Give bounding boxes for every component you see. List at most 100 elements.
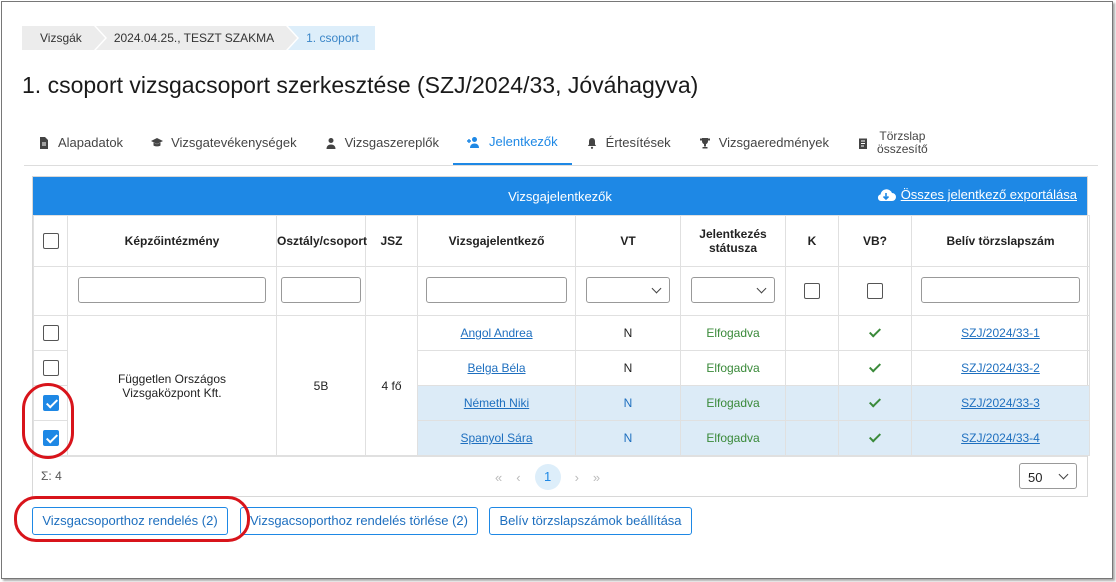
export-all-label: Összes jelentkező exportálása [900, 187, 1077, 202]
export-all-link[interactable]: Összes jelentkező exportálása [876, 187, 1077, 202]
applicant-link[interactable]: Németh Niki [464, 396, 529, 410]
tab-label: Alapadatok [58, 135, 124, 150]
row-checkbox[interactable] [42, 395, 59, 411]
tab-applicants[interactable]: Jelentkezők [453, 120, 572, 165]
header-row: Képzőintézmény Osztály/csoport JSZ Vizsg… [33, 215, 1090, 267]
tab-bar: Alapadatok Vizsgatevékenységek Vizsgasze… [24, 120, 1098, 166]
serial-link[interactable]: SZJ/2024/33-4 [961, 431, 1040, 445]
select-all-cell [33, 215, 68, 267]
current-page[interactable]: 1 [534, 464, 561, 490]
tab-notifications[interactable]: Értesítések [572, 120, 685, 165]
k-cell [785, 385, 839, 421]
clipboard-icon [859, 138, 868, 149]
bell-icon [587, 137, 596, 149]
applicant-link[interactable]: Angol Andrea [460, 326, 532, 340]
person-icon [326, 137, 336, 149]
set-serials-button[interactable]: Belív törzslapszámok beállítása [489, 507, 692, 535]
prev-page-icon[interactable]: ‹ [516, 470, 520, 485]
column-header-class[interactable]: Osztály/csoport [276, 215, 367, 267]
serial-link[interactable]: SZJ/2024/33-1 [961, 326, 1040, 340]
applicant-link[interactable]: Belga Béla [467, 361, 525, 375]
tab-exam-results[interactable]: Vizsgaeredmények [685, 120, 843, 165]
page-title: 1. csoport vizsgacsoport szerkesztése (S… [22, 72, 699, 98]
column-header-jsz[interactable]: JSZ [365, 215, 418, 267]
check-icon [868, 360, 882, 373]
serial-filter-input[interactable] [920, 276, 1081, 303]
tab-exam-activities[interactable]: Vizsgatevékenységek [137, 120, 311, 165]
tab-label: Vizsgaeredmények [718, 135, 830, 150]
column-header-k[interactable]: K [785, 215, 839, 267]
remove-group-assignment-button[interactable]: Vizsgacsoporthoz rendelés törlése (2) [240, 507, 478, 535]
status-filter-select[interactable] [691, 276, 775, 303]
vb-cell [838, 420, 912, 456]
row-checkbox[interactable] [42, 360, 59, 376]
check-icon [868, 430, 882, 443]
tab-label: Vizsgatevékenységek [171, 135, 297, 150]
column-header-vt[interactable]: VT [575, 215, 681, 267]
document-icon [40, 136, 48, 149]
serial-link[interactable]: SZJ/2024/33-2 [961, 361, 1040, 375]
status-cell: Elfogadva [680, 420, 786, 456]
app-window: Vizsgák 2024.04.25., TESZT SZAKMA 1. cso… [1, 1, 1113, 579]
k-filter-checkbox[interactable] [804, 283, 820, 299]
vt-cell: N [575, 420, 681, 456]
first-page-icon[interactable]: « [495, 470, 502, 485]
tab-label: Vizsgaszereplők [344, 135, 439, 150]
institution-cell: Független Országos Vizsgaközpont Kft. [67, 315, 277, 456]
column-header-applicant[interactable]: Vizsgajelentkező [417, 215, 576, 267]
tab-participants[interactable]: Vizsgaszereplők [311, 120, 453, 165]
tab-label: Értesítések [605, 135, 671, 150]
applicant-link[interactable]: Spanyol Sára [460, 431, 532, 445]
k-cell [785, 350, 839, 386]
institution-filter-input[interactable] [78, 276, 266, 303]
tab-basic-data[interactable]: Alapadatok [24, 120, 137, 165]
row-checkbox[interactable] [42, 325, 59, 341]
vt-cell: N [575, 350, 681, 386]
serial-link[interactable]: SZJ/2024/33-3 [961, 396, 1040, 410]
check-icon [868, 325, 882, 338]
person-add-icon [467, 136, 479, 148]
breadcrumb-item-exam[interactable]: 2024.04.25., TESZT SZAKMA [95, 26, 300, 50]
vb-cell [838, 315, 912, 351]
column-header-status[interactable]: Jelentkezés státusza [680, 215, 786, 267]
vb-cell [838, 385, 912, 421]
page-size-select[interactable]: 50 [1019, 463, 1077, 489]
row-count: Σ: 4 [41, 469, 62, 483]
pager: « ‹ 1 › » [495, 464, 600, 490]
table-row: Független Országos Vizsgaközpont Kft. 5B … [33, 315, 1090, 456]
check-icon [868, 395, 882, 408]
select-all-checkbox[interactable] [42, 233, 59, 249]
vt-cell: N [575, 315, 681, 351]
tab-label: Törzslap összesítő [877, 128, 928, 156]
class-filter-input[interactable] [281, 276, 361, 303]
vt-filter-select[interactable] [586, 276, 670, 303]
applicant-filter-input[interactable] [425, 276, 568, 303]
vb-cell [838, 350, 912, 386]
graduation-cap-icon [151, 137, 164, 146]
column-header-vb[interactable]: VB? [838, 215, 912, 267]
breadcrumb-item-exams[interactable]: Vizsgák [22, 26, 107, 50]
vt-cell: N [575, 385, 681, 421]
jsz-cell: 4 fő [365, 315, 418, 456]
grid-header: Vizsgajelentkezők Összes jelentkező expo… [33, 177, 1087, 215]
column-header-institution[interactable]: Képzőintézmény [67, 215, 277, 267]
assign-to-group-button[interactable]: Vizsgacsoporthoz rendelés (2) [32, 507, 228, 535]
vb-filter-checkbox[interactable] [867, 283, 883, 299]
k-cell [785, 420, 839, 456]
tab-summary-sheet[interactable]: Törzslap összesítő [843, 120, 942, 165]
cloud-download-icon [877, 188, 896, 201]
status-cell: Elfogadva [680, 350, 786, 386]
filter-row [33, 266, 1090, 316]
next-page-icon[interactable]: › [575, 470, 579, 485]
breadcrumb-item-group: 1. csoport [288, 26, 375, 50]
applicants-table: Képzőintézmény Osztály/csoport JSZ Vizsg… [33, 215, 1090, 456]
grid-footer: Σ: 4 « ‹ 1 › » 50 [33, 456, 1087, 496]
tab-label: Jelentkezők [489, 134, 558, 149]
last-page-icon[interactable]: » [593, 470, 600, 485]
k-cell [785, 315, 839, 351]
row-checkbox[interactable] [42, 430, 59, 446]
class-cell: 5B [276, 315, 366, 456]
breadcrumb: Vizsgák 2024.04.25., TESZT SZAKMA 1. cso… [22, 26, 377, 50]
status-cell: Elfogadva [680, 315, 786, 351]
column-header-serial[interactable]: Belív törzslapszám [911, 215, 1090, 267]
